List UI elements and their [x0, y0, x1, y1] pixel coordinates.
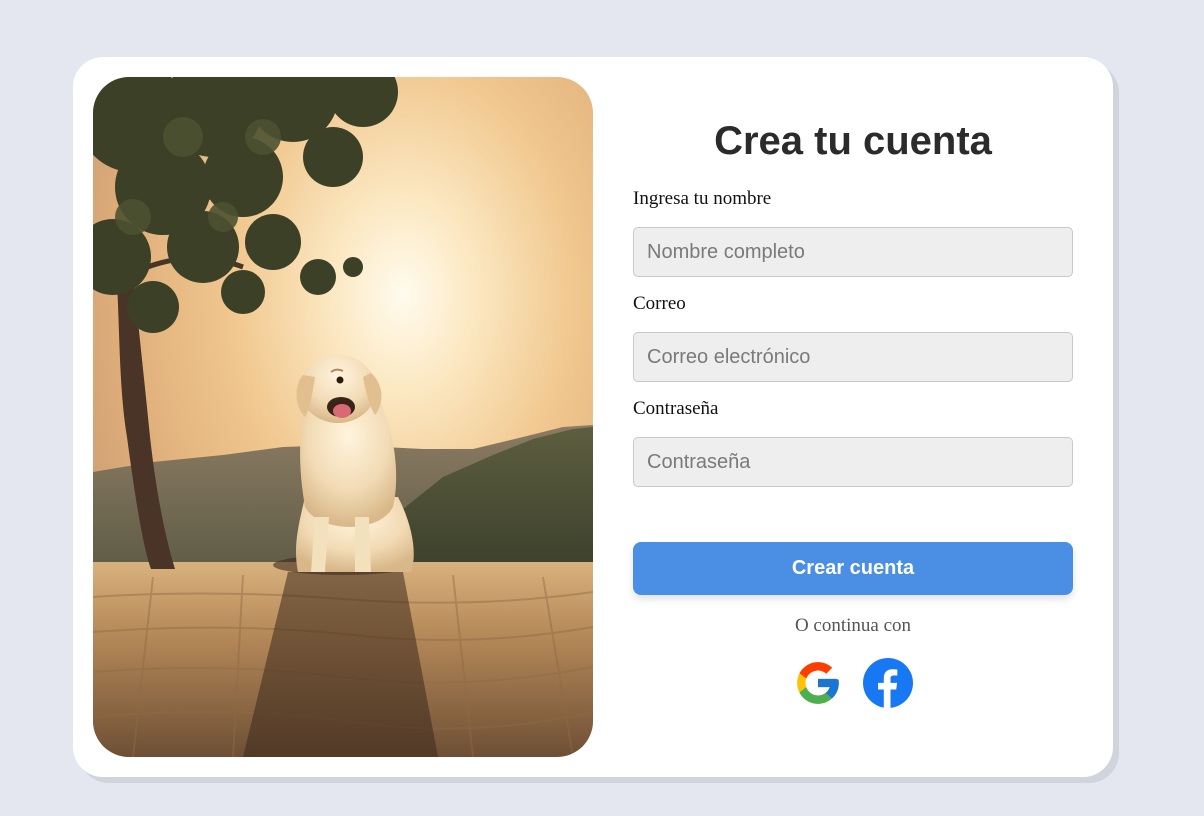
alt-login-text: O continua con — [794, 615, 912, 636]
dog-sunset-image — [93, 77, 593, 757]
form-title: Crea tu cuenta — [714, 119, 992, 163]
signup-card: Crea tu cuenta Ingresa tu nombre Correo … — [73, 57, 1113, 777]
google-login-button[interactable] — [793, 658, 843, 708]
google-icon — [797, 662, 839, 704]
password-input[interactable] — [633, 437, 1073, 487]
signup-form: Crea tu cuenta Ingresa tu nombre Correo … — [633, 57, 1073, 777]
create-account-button[interactable]: Crear cuenta — [633, 542, 1073, 595]
facebook-login-button[interactable] — [863, 658, 913, 708]
name-input[interactable] — [633, 227, 1073, 277]
password-label: Contraseña — [633, 398, 719, 419]
email-input[interactable] — [633, 332, 1073, 382]
name-label: Ingresa tu nombre — [633, 188, 772, 209]
facebook-icon — [863, 658, 913, 708]
hero-photo — [93, 77, 593, 757]
email-label: Correo — [633, 293, 686, 314]
